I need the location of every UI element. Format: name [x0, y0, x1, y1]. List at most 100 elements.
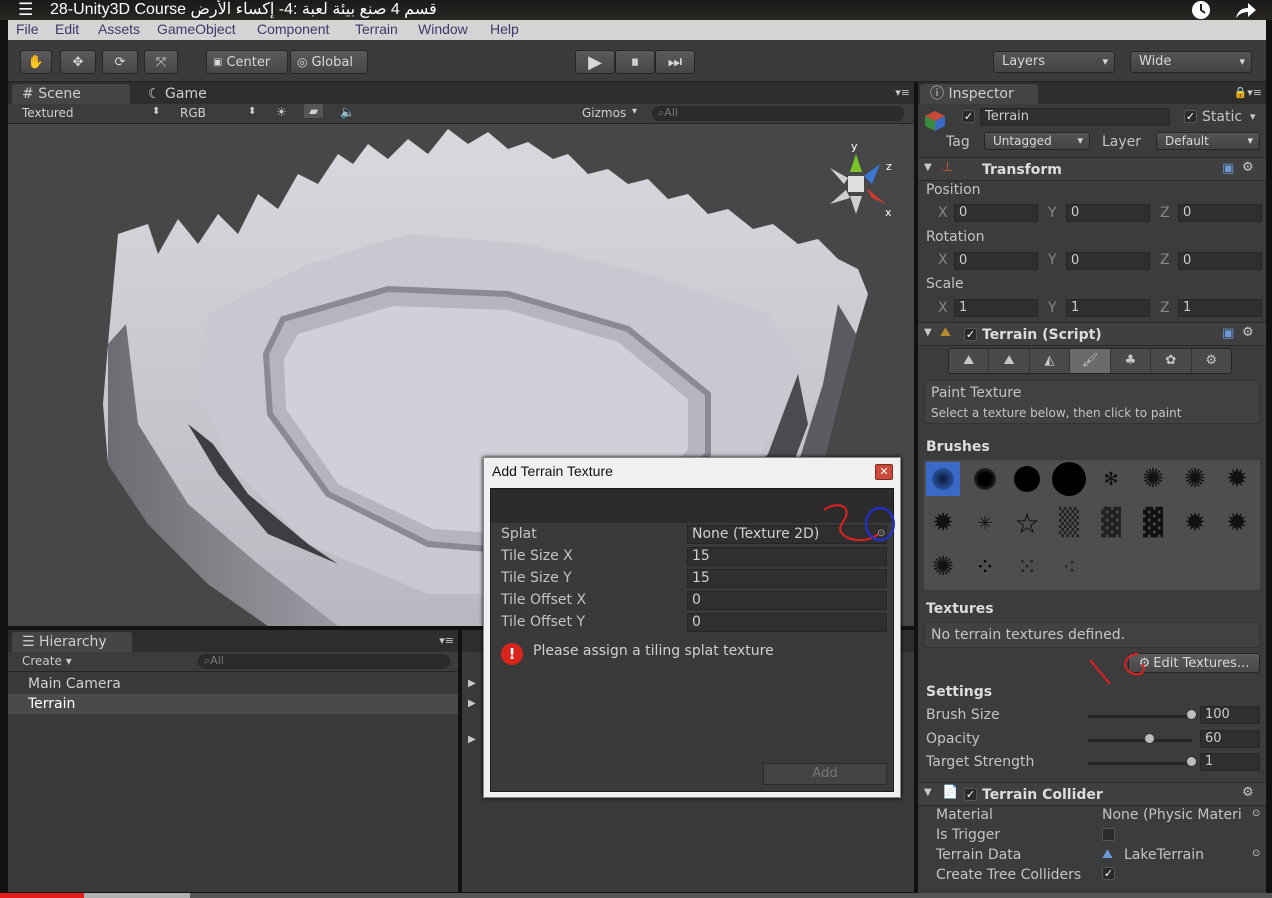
- tab-inspector[interactable]: ⓘ Inspector: [920, 84, 1038, 104]
- target-strength-slider[interactable]: [1088, 762, 1192, 765]
- brush-cloud[interactable]: ✹: [1220, 506, 1254, 540]
- menu-component[interactable]: Component: [257, 21, 329, 37]
- panel-menu-icon[interactable]: ▾≡: [895, 86, 910, 99]
- brush-cloud[interactable]: ✹: [1178, 506, 1212, 540]
- render-mode-dropdown[interactable]: Textured: [22, 106, 74, 120]
- image-effects-icon[interactable]: ▰: [304, 104, 324, 118]
- space-toggle[interactable]: ◎ Global: [290, 50, 368, 74]
- foldout-arrow-icon[interactable]: ▼: [924, 162, 932, 173]
- menu-help[interactable]: Help: [490, 21, 519, 37]
- raise-lower-tool-icon[interactable]: ⛰: [949, 349, 990, 373]
- move-tool-button[interactable]: ✥: [60, 50, 96, 74]
- brush-dots[interactable]: ⁘: [968, 550, 1002, 584]
- component-gear-icon[interactable]: ⚙: [1242, 160, 1254, 175]
- folder-expand-icon[interactable]: ▶: [468, 698, 476, 709]
- brush-soft-round[interactable]: [926, 462, 960, 496]
- rotation-x-field[interactable]: 0: [954, 252, 1038, 270]
- audio-icon[interactable]: 🔈: [340, 105, 355, 119]
- component-gear-icon[interactable]: ⚙: [1242, 785, 1254, 800]
- scale-tool-button[interactable]: ⤧: [144, 50, 178, 74]
- brush-splatter[interactable]: ✻: [1094, 462, 1128, 496]
- scale-x-field[interactable]: 1: [954, 299, 1038, 317]
- layout-dropdown[interactable]: Wide: [1130, 51, 1252, 73]
- add-button[interactable]: Add: [763, 763, 887, 785]
- material-value[interactable]: None (Physic Materi: [1102, 807, 1248, 823]
- position-y-field[interactable]: 0: [1066, 204, 1150, 222]
- scale-y-field[interactable]: 1: [1066, 299, 1150, 317]
- foldout-arrow-icon[interactable]: ▼: [924, 327, 932, 338]
- active-checkbox[interactable]: ✓: [962, 110, 975, 123]
- terrain-collider-header[interactable]: ▼ 📄 ✓ Terrain Collider ⚙: [918, 782, 1266, 806]
- hierarchy-menu-icon[interactable]: ▾≡: [439, 634, 454, 647]
- hamburger-icon[interactable]: ☰: [18, 1, 40, 19]
- static-checkbox[interactable]: ✓: [1184, 110, 1197, 123]
- target-strength-slider-thumb[interactable]: [1186, 756, 1197, 767]
- tile-offset-x-field[interactable]: 0: [687, 591, 887, 610]
- menu-terrain[interactable]: Terrain: [355, 21, 398, 37]
- brush-texture[interactable]: ▒: [1052, 506, 1086, 540]
- folder-expand-icon[interactable]: ▶: [468, 734, 476, 745]
- smooth-height-tool-icon[interactable]: ◭: [1030, 349, 1071, 373]
- brush-size-field[interactable]: 100: [1200, 706, 1260, 724]
- collider-enabled-checkbox[interactable]: ✓: [964, 788, 977, 801]
- menu-gameobject[interactable]: GameObject: [157, 21, 236, 37]
- opacity-slider[interactable]: [1088, 739, 1192, 742]
- tag-dropdown[interactable]: Untagged: [984, 132, 1090, 150]
- rotation-y-field[interactable]: 0: [1066, 252, 1150, 270]
- target-strength-field[interactable]: 1: [1200, 753, 1260, 771]
- help-book-icon[interactable]: ▣: [1222, 326, 1234, 341]
- brush-star-burst[interactable]: ✳: [968, 506, 1002, 540]
- play-button[interactable]: ▶: [575, 50, 615, 74]
- hand-tool-button[interactable]: ✋: [20, 50, 52, 74]
- step-button[interactable]: ⏭: [655, 50, 695, 74]
- object-picker-icon[interactable]: ⊙: [1252, 808, 1260, 819]
- orientation-gizmo[interactable]: [816, 142, 896, 222]
- rotation-z-field[interactable]: 0: [1178, 252, 1262, 270]
- hierarchy-item-terrain[interactable]: Terrain: [8, 694, 458, 714]
- tab-game[interactable]: ☾ Game: [138, 84, 238, 104]
- inspector-menu-icon[interactable]: 🔒▾≡: [1234, 86, 1262, 99]
- paint-details-tool-icon[interactable]: ✿: [1151, 349, 1192, 373]
- brush-size-slider[interactable]: [1088, 715, 1192, 718]
- opacity-slider-thumb[interactable]: [1144, 733, 1156, 744]
- layer-dropdown[interactable]: Default: [1156, 132, 1260, 150]
- hierarchy-search-input[interactable]: ⌕All: [198, 654, 450, 669]
- pause-button[interactable]: ⏸: [615, 50, 655, 74]
- position-x-field[interactable]: 0: [954, 204, 1038, 222]
- terrain-data-value[interactable]: LakeTerrain: [1124, 847, 1204, 863]
- rotate-tool-button[interactable]: ⟳: [102, 50, 138, 74]
- brush-dots[interactable]: ⁙: [1010, 550, 1044, 584]
- pivot-toggle[interactable]: ▣ Center: [206, 50, 288, 74]
- menu-assets[interactable]: Assets: [98, 21, 140, 37]
- foldout-arrow-icon[interactable]: ▼: [924, 787, 932, 798]
- brush-dots[interactable]: ⁖: [1052, 550, 1086, 584]
- object-name-field[interactable]: Terrain: [980, 108, 1170, 126]
- brush-texture[interactable]: ▓: [1136, 506, 1170, 540]
- folder-expand-icon[interactable]: ▶: [468, 678, 476, 689]
- brush-star[interactable]: ☆: [1010, 506, 1044, 540]
- tile-offset-y-field[interactable]: 0: [687, 613, 887, 632]
- hierarchy-item-main-camera[interactable]: Main Camera: [8, 674, 458, 694]
- brush-noise[interactable]: ✺: [1178, 462, 1212, 496]
- brush-medium-round[interactable]: [1010, 462, 1044, 496]
- share-icon[interactable]: [1232, 0, 1258, 20]
- brush-large-round[interactable]: [1052, 462, 1086, 496]
- position-z-field[interactable]: 0: [1178, 204, 1262, 222]
- paint-height-tool-icon[interactable]: ⛰: [989, 349, 1030, 373]
- scene-search-input[interactable]: ⌕All: [652, 106, 904, 121]
- brush-texture[interactable]: ▓: [1094, 506, 1128, 540]
- menu-file[interactable]: File: [16, 21, 39, 37]
- layers-dropdown[interactable]: Layers: [993, 51, 1115, 73]
- brush-splat[interactable]: ✺: [926, 550, 960, 584]
- opacity-field[interactable]: 60: [1200, 730, 1260, 748]
- place-trees-tool-icon[interactable]: ♣: [1111, 349, 1152, 373]
- static-dropdown-icon[interactable]: ▾: [1250, 110, 1256, 123]
- terrain-enabled-checkbox[interactable]: ✓: [964, 328, 977, 341]
- is-trigger-checkbox[interactable]: [1102, 828, 1115, 841]
- brush-noise[interactable]: ✹: [1220, 462, 1254, 496]
- watch-later-icon[interactable]: [1188, 0, 1214, 20]
- close-icon[interactable]: ✕: [875, 464, 893, 480]
- scale-z-field[interactable]: 1: [1178, 299, 1262, 317]
- menu-edit[interactable]: Edit: [55, 21, 79, 37]
- create-dropdown[interactable]: Create ▾: [22, 654, 72, 668]
